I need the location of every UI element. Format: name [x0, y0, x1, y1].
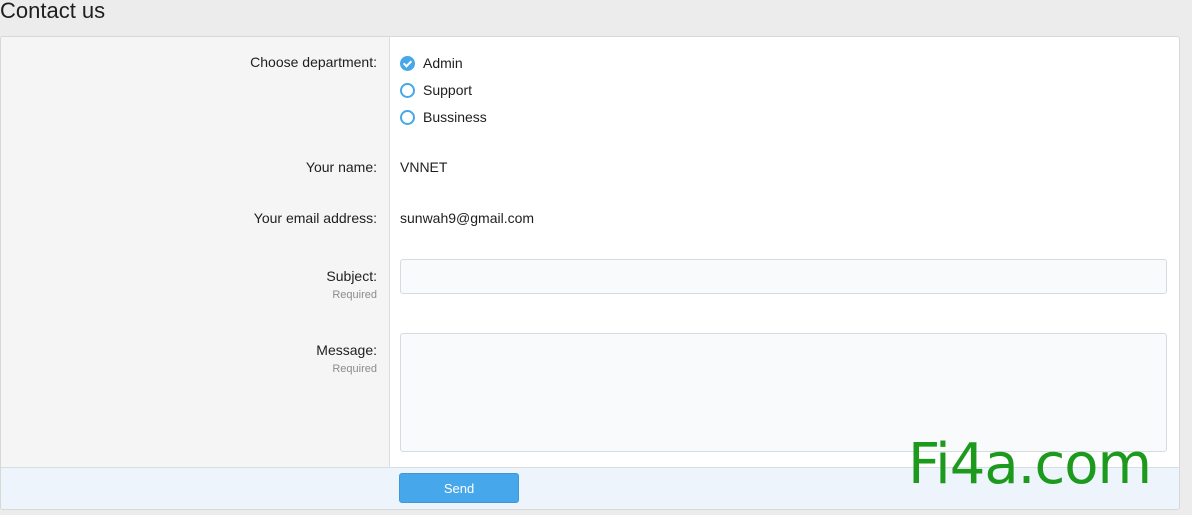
email-value: sunwah9@gmail.com	[400, 210, 535, 226]
message-label: Message:	[316, 342, 377, 358]
department-option-admin[interactable]: Admin	[400, 53, 463, 73]
department-option-bussiness[interactable]: Bussiness	[400, 107, 487, 127]
radio-checked-icon[interactable]	[400, 55, 415, 71]
department-option-label: Admin	[423, 55, 463, 71]
message-required-hint: Required	[332, 363, 377, 375]
name-label: Your name:	[305, 159, 377, 175]
label-column	[1, 37, 390, 467]
department-option-label: Bussiness	[423, 109, 487, 125]
department-option-label: Support	[423, 82, 473, 98]
email-label: Your email address:	[253, 210, 377, 226]
send-button[interactable]: Send	[399, 473, 519, 503]
radio-unchecked-icon[interactable]	[400, 82, 415, 98]
name-value: VNNET	[400, 159, 448, 175]
page-title: Contact us	[0, 0, 106, 23]
subject-input[interactable]	[400, 259, 1167, 294]
watermark-logo: Fi4a.com	[908, 432, 1152, 497]
department-option-support[interactable]: Support	[400, 80, 472, 100]
department-label: Choose department:	[250, 54, 377, 70]
subject-label: Subject:	[326, 268, 377, 284]
radio-unchecked-icon[interactable]	[400, 109, 415, 125]
subject-required-hint: Required	[332, 289, 377, 301]
